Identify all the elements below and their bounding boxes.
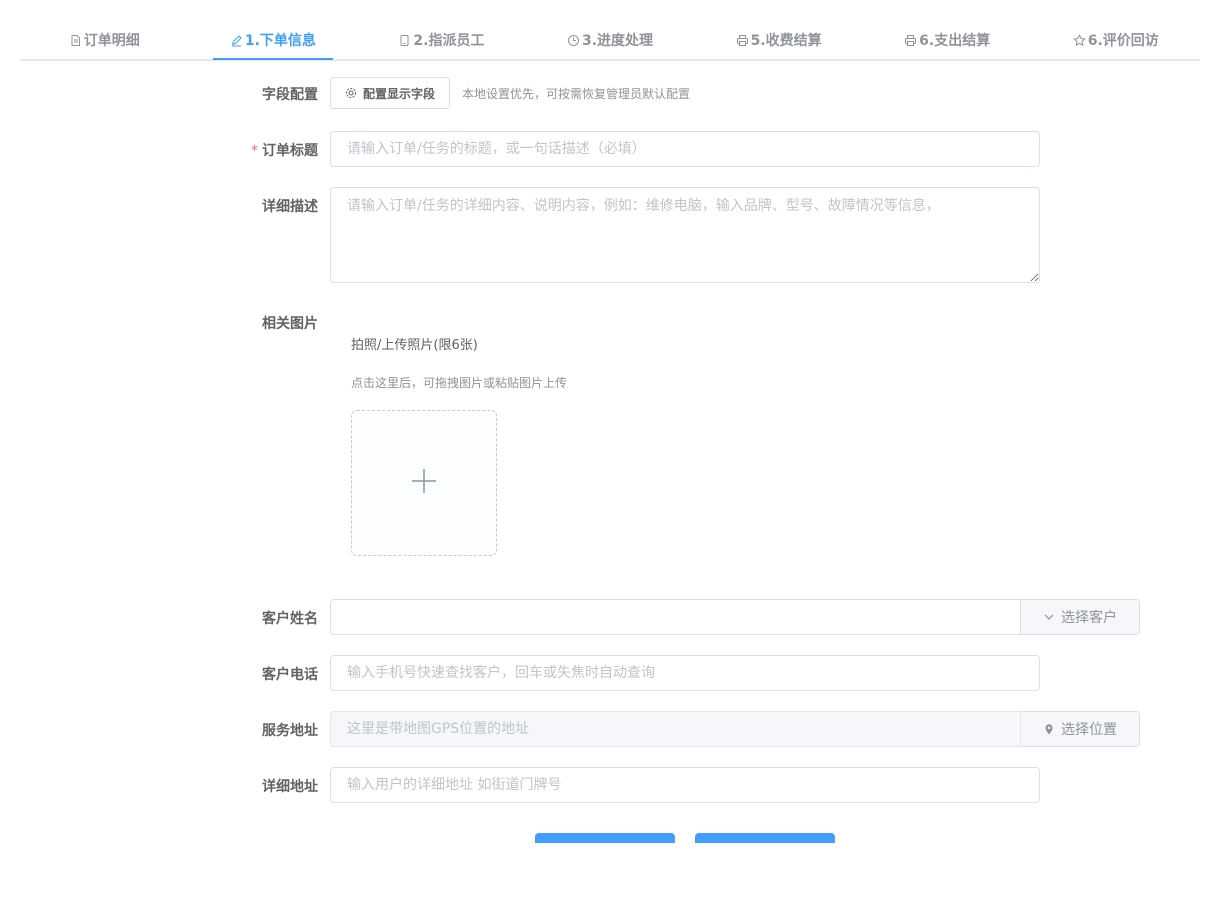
plus-icon (411, 468, 437, 498)
star-icon (1072, 33, 1086, 47)
printer-icon (904, 34, 917, 47)
tab-label: 2.指派员工 (413, 33, 485, 49)
upload-title: 拍照/上传照片(限6张) (351, 338, 478, 353)
tab-label: 1.下单信息 (244, 33, 316, 49)
description-label: 详细描述 (262, 199, 318, 215)
order-title-label-text: 订单标题 (262, 143, 318, 159)
detail-address-label: 详细地址 (262, 779, 318, 795)
field-config-label: 字段配置 (262, 87, 318, 103)
tab-label: 3.进度处理 (581, 33, 654, 49)
customer-name-input[interactable] (330, 599, 1021, 635)
select-customer-button[interactable]: 选择客户 (1021, 599, 1140, 635)
tab-assign-staff[interactable]: 2.指派员工 (357, 22, 526, 58)
field-config-hint: 本地设置优先，可按需恢复管理员默认配置 (462, 86, 691, 101)
image-upload-button[interactable] (351, 410, 497, 556)
step-tabs: 订单明细 1.下单信息 2.指派员工 3.进度处理 5.收费结算 6.支出结算 (20, 22, 1200, 61)
tab-expense-settle[interactable]: 6.支出结算 (863, 22, 1032, 58)
document-icon (69, 34, 82, 47)
description-textarea[interactable] (330, 187, 1040, 283)
tab-order-detail[interactable]: 订单明细 (20, 22, 189, 58)
customer-phone-row: 客户电话 (230, 655, 1040, 691)
customer-phone-label: 客户电话 (262, 667, 318, 683)
gear-icon (345, 87, 357, 99)
required-mark: * (251, 143, 258, 159)
upload-hint: 点击这里后，可拖拽图片或粘贴图片上传 (351, 376, 568, 390)
field-config-row: 字段配置 配置显示字段 本地设置优先，可按需恢复管理员默认配置 (230, 77, 1040, 109)
service-address-label: 服务地址 (262, 723, 318, 739)
tab-label: 订单明细 (83, 33, 140, 49)
printer-icon (736, 34, 749, 47)
tab-review-visit[interactable]: 6.评价回访 (1031, 22, 1200, 58)
select-location-label: 选择位置 (1061, 722, 1117, 738)
tab-label: 6.支出结算 (919, 33, 991, 49)
detail-address-row: 详细地址 (230, 767, 1040, 803)
chevron-down-icon (1043, 611, 1055, 623)
clock-icon (567, 34, 580, 47)
order-title-input[interactable] (330, 131, 1040, 167)
tab-order-info[interactable]: 1.下单信息 (189, 22, 358, 60)
tab-label: 5.收费结算 (750, 33, 822, 49)
tab-progress[interactable]: 3.进度处理 (526, 22, 695, 58)
service-address-input[interactable] (330, 711, 1021, 747)
description-row: 详细描述 (230, 187, 1040, 283)
phone-icon (398, 34, 411, 47)
select-location-button[interactable]: 选择位置 (1021, 711, 1140, 747)
order-title-label: * 订单标题 (230, 140, 318, 160)
configure-fields-label: 配置显示字段 (363, 86, 436, 101)
customer-name-label: 客户姓名 (262, 611, 318, 627)
location-pin-icon (1043, 723, 1055, 735)
customer-name-row: 客户姓名 选择客户 (230, 599, 1140, 635)
images-label: 相关图片 (262, 316, 318, 332)
detail-address-input[interactable] (330, 767, 1040, 803)
customer-phone-input[interactable] (330, 655, 1040, 691)
images-row: 相关图片 拍照/上传照片(限6张) 点击这里后，可拖拽图片或粘贴图片上传 (230, 313, 1040, 563)
order-title-row: * 订单标题 (230, 131, 1040, 167)
tab-charge-settle[interactable]: 5.收费结算 (694, 22, 863, 58)
edit-icon (230, 34, 243, 47)
select-customer-label: 选择客户 (1061, 610, 1117, 626)
viewport-bottom-mask (0, 843, 1220, 909)
configure-fields-button[interactable]: 配置显示字段 (330, 77, 451, 109)
service-address-row: 服务地址 选择位置 (230, 711, 1140, 747)
tab-label: 6.评价回访 (1087, 33, 1159, 49)
